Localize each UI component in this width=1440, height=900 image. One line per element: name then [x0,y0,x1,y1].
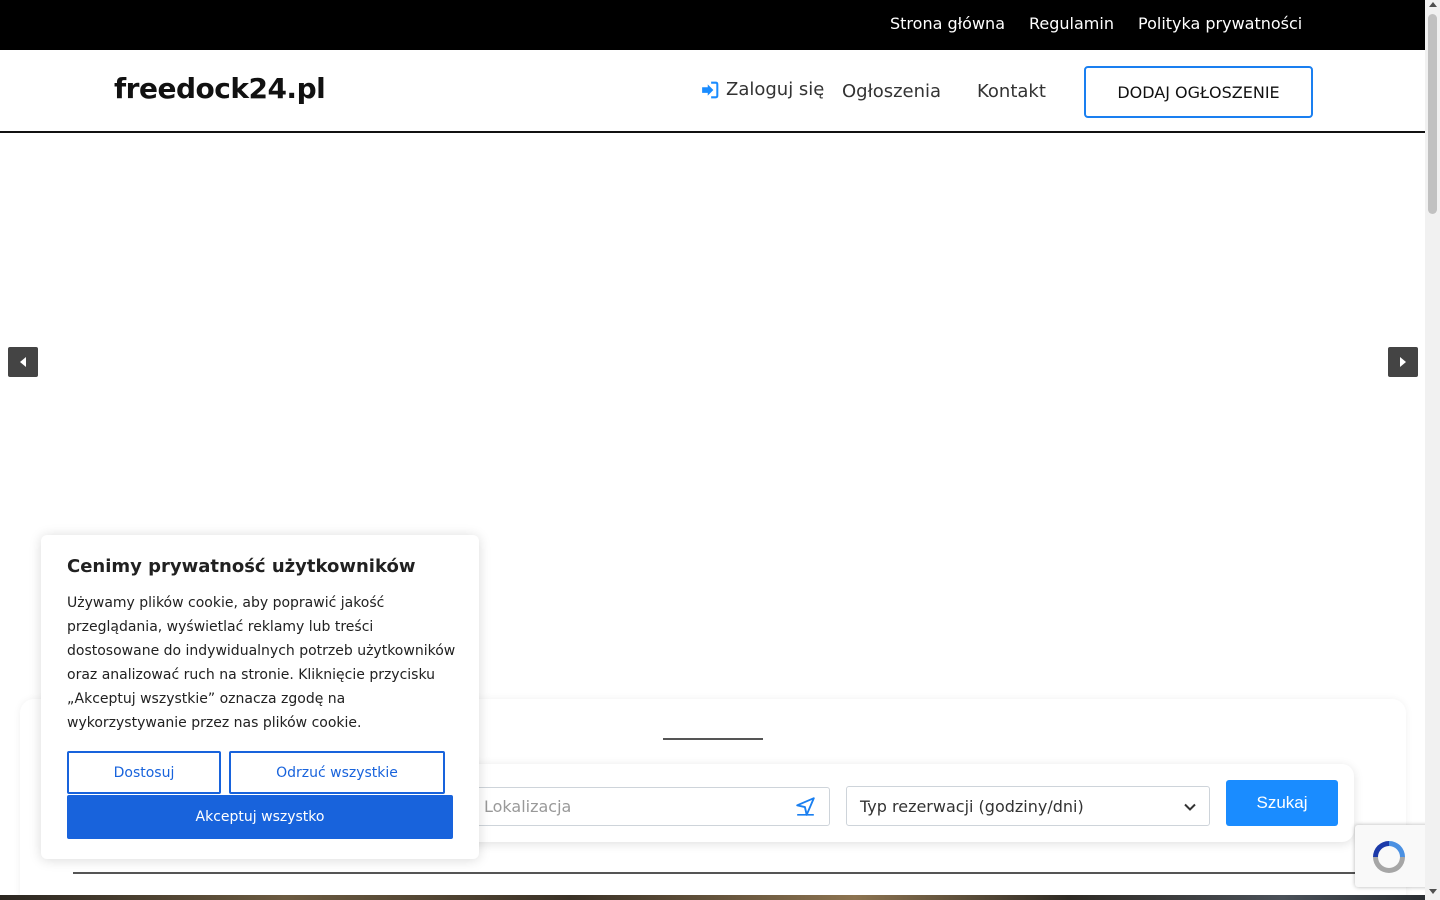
top-link-privacy[interactable]: Polityka prywatności [1138,14,1302,33]
cookie-description: Używamy plików cookie, aby poprawić jako… [67,595,456,731]
bottom-divider [73,872,1355,874]
top-link-terms[interactable]: Regulamin [1029,14,1114,33]
scroll-down-arrow[interactable] [1428,889,1437,894]
reservation-type-select[interactable]: Typ rezerwacji (godziny/dni) [846,786,1210,826]
hero-image-strip [0,895,1425,900]
site-logo[interactable]: freedock24.pl [114,72,326,105]
top-link-home[interactable]: Strona główna [890,14,1005,33]
top-bar: Strona główna Regulamin Polityka prywatn… [0,0,1425,50]
login-link[interactable]: Zaloguj się [701,79,824,100]
recaptcha-logo-icon [1373,841,1405,873]
scroll-up-arrow[interactable] [1428,2,1437,7]
section-divider [663,738,763,740]
search-button[interactable]: Szukaj [1226,780,1338,826]
login-label: Zaloguj się [726,79,825,100]
cookie-reject-button[interactable]: Odrzuć wszystkie [229,751,445,794]
main-header: freedock24.pl Zaloguj się Ogłoszenia Kon… [0,50,1425,133]
nav-contact[interactable]: Kontakt [977,81,1046,102]
caret-right-icon [1400,357,1406,367]
carousel-prev-button[interactable] [8,347,38,377]
cookie-title: Cenimy prywatność użytkowników [67,556,416,577]
caret-left-icon [20,357,26,367]
reservation-type-value: Typ rezerwacji (godziny/dni) [860,796,1084,816]
location-arrow-icon[interactable] [796,797,815,816]
nav-listings[interactable]: Ogłoszenia [842,81,941,102]
carousel-next-button[interactable] [1388,347,1418,377]
cookie-accept-button[interactable]: Akceptuj wszystko [67,795,453,839]
chevron-down-icon [1184,803,1196,811]
sign-in-icon [702,81,719,98]
location-input[interactable] [470,787,830,826]
add-listing-button[interactable]: DODAJ OGŁOSZENIE [1084,66,1313,118]
cookie-customize-button[interactable]: Dostosuj [67,751,221,794]
scrollbar-thumb[interactable] [1428,14,1437,214]
cookie-consent-dialog: Cenimy prywatność użytkowników Używamy p… [41,535,479,859]
